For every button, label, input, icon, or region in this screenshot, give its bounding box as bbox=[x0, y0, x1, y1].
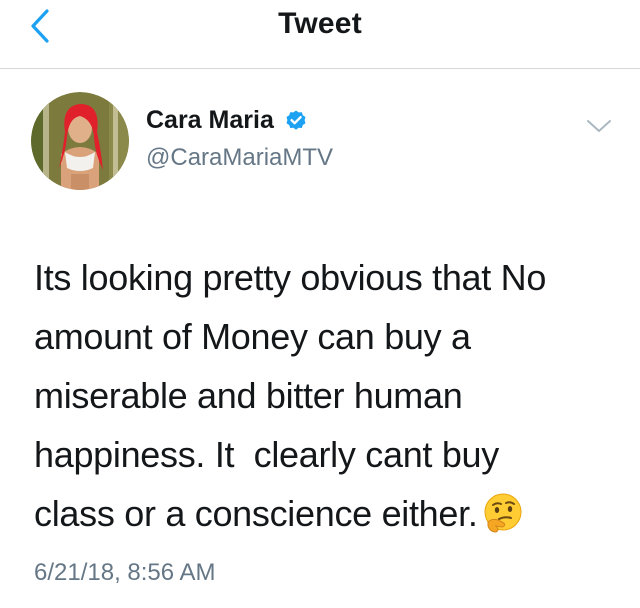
author-handle[interactable]: @CaraMariaMTV bbox=[146, 144, 333, 172]
tweet-text-line: Its looking pretty obvious that No bbox=[34, 257, 547, 298]
author-name[interactable]: Cara Maria bbox=[146, 106, 274, 135]
navigation-bar: Tweet bbox=[0, 0, 640, 69]
page-title: Tweet bbox=[278, 7, 362, 40]
profile-photo bbox=[31, 92, 129, 190]
author-name-row: Cara Maria bbox=[146, 106, 308, 135]
verified-badge-icon bbox=[286, 110, 306, 130]
tweet-text-line: miserable and bitter human bbox=[34, 375, 463, 416]
tweet-text-line: happiness. It clearly cant buy bbox=[34, 434, 499, 475]
avatar[interactable] bbox=[31, 92, 129, 190]
tweet-text: Its looking pretty obvious that No amoun… bbox=[34, 248, 624, 543]
tweet-timestamp: 6/21/18, 8:56 AM bbox=[34, 559, 216, 586]
tweet-options-button[interactable] bbox=[583, 112, 615, 140]
thinking-face-emoji-icon bbox=[484, 493, 522, 533]
chevron-down-icon bbox=[587, 120, 611, 132]
tweet-text-line: amount of Money can buy a bbox=[34, 316, 471, 357]
tweet-text-line: class or a conscience either. bbox=[34, 493, 478, 534]
